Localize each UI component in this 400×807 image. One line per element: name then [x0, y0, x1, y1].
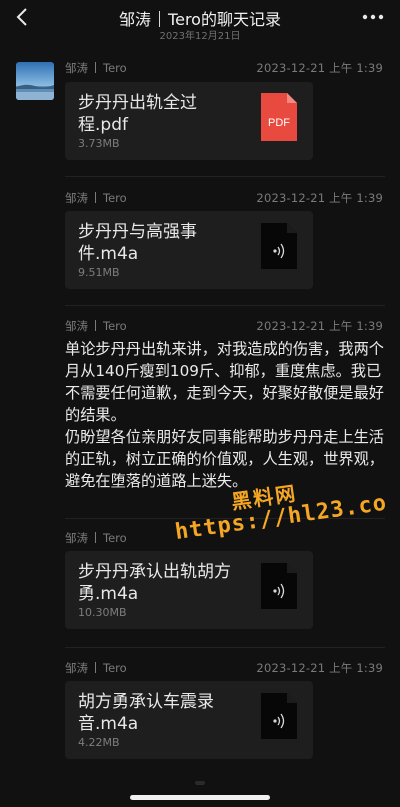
file-message-card[interactable]: 步丹丹承认出轨胡方勇.m4a 10.30MB — [65, 551, 313, 629]
message-item: 邹涛 Tero 2023-12-21 上午 1:39 — [65, 660, 383, 676]
file-name: 步丹丹出轨全过程.pdf — [78, 93, 197, 135]
audio-file-icon — [261, 563, 297, 609]
sender-separator — [95, 532, 96, 543]
message-divider — [65, 176, 385, 177]
text-message[interactable]: 单论步丹丹出轨来讲，对我造成的伤害，我两个月从140斤瘦到109斤、抑郁，重度焦… — [65, 338, 387, 492]
sender-contact: Tero — [103, 319, 127, 333]
message-sender: 邹涛 Tero — [65, 318, 127, 334]
sender-separator — [95, 192, 96, 203]
sender-contact: Tero — [103, 61, 127, 75]
message-meta: 邹涛 Tero — [65, 530, 383, 546]
more-options-icon[interactable] — [362, 12, 384, 22]
message-meta: 邹涛 Tero 2023-12-21 上午 1:39 — [65, 60, 383, 76]
sender-contact: Tero — [103, 531, 127, 545]
sender-separator — [95, 320, 96, 331]
message-time: 2023-12-21 上午 1:39 — [256, 319, 383, 333]
file-message-card[interactable]: 步丹丹与高强事件.m4a 9.51MB — [65, 211, 313, 289]
sender-contact: Tero — [103, 661, 127, 675]
message-time: 2023-12-21 上午 1:39 — [256, 191, 383, 205]
sender-name: 邹涛 — [65, 661, 88, 675]
audio-file-icon — [261, 693, 297, 739]
message-meta: 邹涛 Tero 2023-12-21 上午 1:39 — [65, 190, 383, 206]
sender-name: 邹涛 — [65, 61, 88, 75]
file-size: 4.22MB — [78, 736, 120, 749]
sender-separator — [95, 662, 96, 673]
message-sender: 邹涛 Tero — [65, 530, 127, 546]
message-meta: 邹涛 Tero 2023-12-21 上午 1:39 — [65, 318, 383, 334]
chat-history-header: 邹涛 Tero的聊天记录 2023年12月21日 — [0, 0, 400, 46]
file-message-card[interactable]: 胡方勇承认车震录音.m4a 4.22MB — [65, 681, 313, 759]
message-sender: 邹涛 Tero — [65, 190, 127, 206]
message-divider — [65, 518, 385, 519]
message-divider — [65, 647, 385, 648]
message-item: 邹涛 Tero 2023-12-21 上午 1:39 — [65, 60, 383, 76]
sender-name: 邹涛 — [65, 319, 88, 333]
message-time: 2023-12-21 上午 1:39 — [256, 661, 383, 675]
message-meta: 邹涛 Tero 2023-12-21 上午 1:39 — [65, 660, 383, 676]
sender-name: 邹涛 — [65, 191, 88, 205]
pdf-icon-label: PDF — [268, 117, 290, 129]
file-size: 3.73MB — [78, 137, 120, 150]
sender-name: 邹涛 — [65, 531, 88, 545]
message-time: 2023-12-21 上午 1:39 — [256, 61, 383, 75]
message-item: 邹涛 Tero 2023-12-21 上午 1:39 — [65, 190, 383, 206]
sender-contact: Tero — [103, 191, 127, 205]
history-date: 2023年12月21日 — [159, 31, 241, 42]
pdf-icon: PDF — [261, 93, 297, 141]
file-size: 9.51MB — [78, 266, 120, 279]
message-sender: 邹涛 Tero — [65, 660, 127, 676]
file-name: 胡方勇承认车震录音.m4a — [78, 692, 214, 734]
scroll-hint — [195, 781, 205, 785]
audio-file-icon — [261, 223, 297, 269]
message-divider — [65, 305, 385, 306]
message-item: 邹涛 Tero — [65, 530, 383, 546]
file-message-card[interactable]: 步丹丹出轨全过程.pdf 3.73MB PDF — [65, 82, 313, 160]
sender-separator — [95, 62, 96, 73]
home-indicator[interactable] — [130, 795, 270, 800]
message-sender: 邹涛 Tero — [65, 60, 127, 76]
sender-avatar[interactable] — [16, 62, 54, 100]
title-separator — [159, 11, 161, 27]
file-name: 步丹丹承认出轨胡方勇.m4a — [78, 562, 231, 604]
file-name: 步丹丹与高强事件.m4a — [78, 222, 197, 264]
message-item: 邹涛 Tero 2023-12-21 上午 1:39 — [65, 318, 383, 334]
file-size: 10.30MB — [78, 606, 127, 619]
